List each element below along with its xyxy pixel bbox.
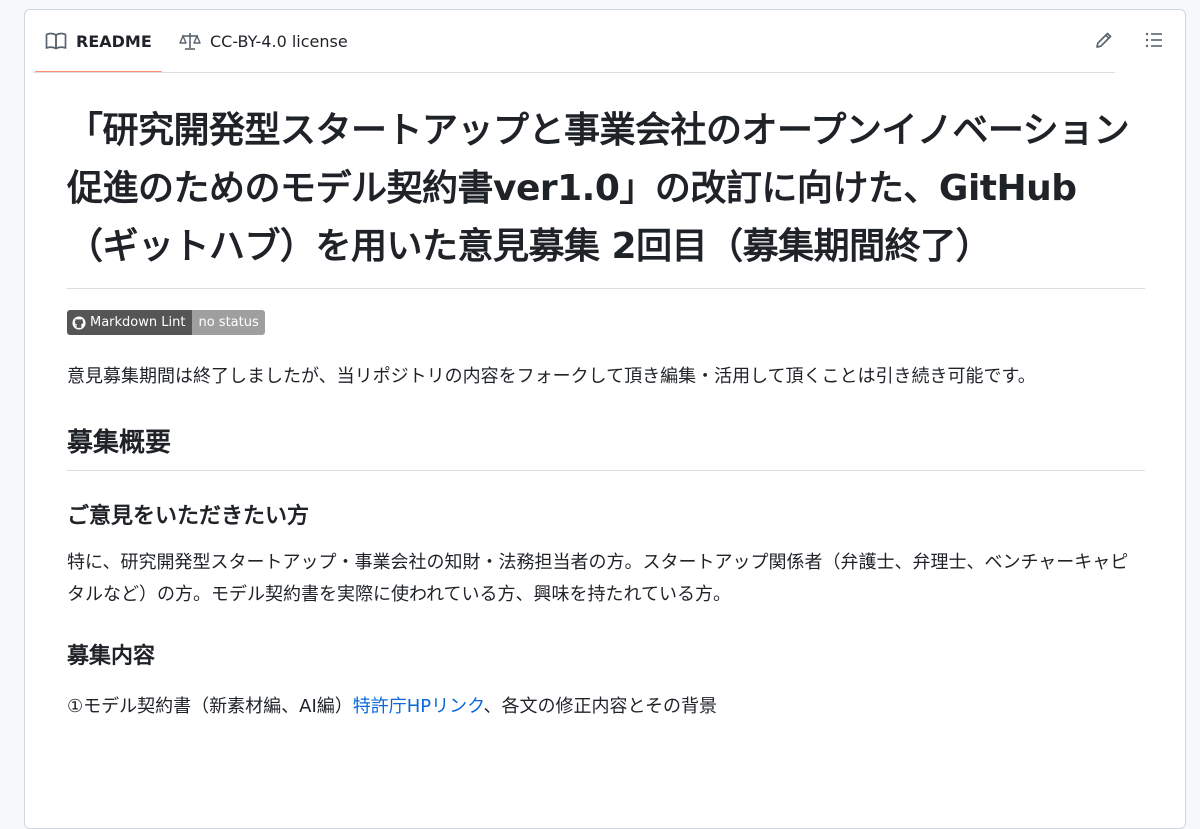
github-mark-icon [72, 315, 86, 330]
intro-paragraph: 意見募集期間は終了しましたが、当リポジトリの内容をフォークして頂き編集・活用して… [67, 366, 1036, 387]
section-heading-overview: 募集概要 [67, 424, 1145, 471]
outline-button[interactable] [1140, 28, 1168, 56]
tab-bar-divider [33, 72, 1115, 73]
pencil-icon [1094, 30, 1114, 54]
content-item-suffix: 、各文の修正内容とその背景 [483, 696, 718, 717]
law-scale-icon [179, 31, 201, 51]
content-item-prefix: ①モデル契約書（新素材編、AI編） [67, 696, 353, 717]
list-unordered-icon [1144, 30, 1164, 54]
readme-panel: README CC-BY-4.0 license 「研究開発型スタートアップと事… [24, 9, 1186, 829]
subheading-content: 募集内容 [67, 644, 156, 669]
book-icon [45, 32, 67, 50]
tab-license[interactable]: CC-BY-4.0 license [179, 10, 348, 72]
subheading-audience: ご意見をいただきたい方 [67, 504, 310, 529]
markdown-lint-badge[interactable]: Markdown Lint no status [67, 310, 265, 335]
tab-license-label: CC-BY-4.0 license [210, 31, 348, 51]
audience-paragraph: 特に、研究開発型スタートアップ・事業会社の知財・法務担当者の方。スタートアップ関… [67, 552, 1129, 605]
badge-label: Markdown Lint [67, 310, 193, 335]
badge-label-text: Markdown Lint [90, 315, 186, 330]
content-item-1: ①モデル契約書（新素材編、AI編）特許庁HPリンク、各文の修正内容とその背景 [67, 691, 1145, 723]
jpo-homepage-link[interactable]: 特許庁HPリンク [353, 696, 484, 717]
tab-readme-label: README [76, 31, 152, 51]
readme-title: 「研究開発型スタートアップと事業会社のオープンイノベーション促進のためのモデル契… [67, 102, 1145, 289]
readme-tab-bar: README CC-BY-4.0 license [25, 10, 1185, 73]
badge-status: no status [192, 310, 265, 335]
edit-file-button[interactable] [1090, 28, 1118, 56]
tab-readme[interactable]: README [35, 10, 162, 73]
readme-content: 「研究開発型スタートアップと事業会社のオープンイノベーション促進のためのモデル契… [67, 102, 1145, 723]
